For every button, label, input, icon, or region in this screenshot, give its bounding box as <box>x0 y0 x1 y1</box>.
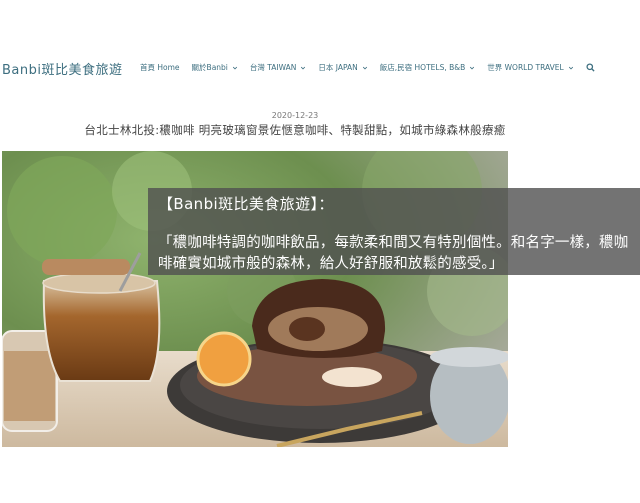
nav-item-hotels[interactable]: 飯店,民宿 HOTELS, B&B <box>380 62 475 73</box>
caption-body: 「穠咖啡特調的咖啡飲品，每款柔和間又有特別個性。和名字一樣，穠咖啡確實如城市般的… <box>158 235 629 272</box>
chevron-down-icon <box>232 66 237 69</box>
nav-label: 日本 JAPAN <box>318 63 358 72</box>
nav-label: 飯店,民宿 HOTELS, B&B <box>379 63 466 72</box>
chevron-down-icon <box>470 66 475 69</box>
nav-label: 關於Banbi <box>191 63 228 72</box>
main-nav: 首頁 Home 關於Banbi 台灣 TAIWAN 日本 JAPAN 飯店,民宿… <box>140 62 595 73</box>
chevron-down-icon <box>362 66 367 69</box>
nav-label: 首頁 Home <box>140 63 180 72</box>
chevron-down-icon <box>301 66 306 69</box>
nav-label: 世界 WORLD TRAVEL <box>487 63 564 72</box>
site-title[interactable]: Banbi斑比美食旅遊 <box>2 59 123 78</box>
search-icon[interactable] <box>586 63 595 72</box>
chevron-down-icon <box>568 66 573 69</box>
nav-item-home[interactable]: 首頁 Home <box>140 62 180 73</box>
nav-item-japan[interactable]: 日本 JAPAN <box>318 62 367 73</box>
nav-item-world[interactable]: 世界 WORLD TRAVEL <box>487 62 573 73</box>
caption-heading: 【Banbi斑比美食旅遊】： <box>158 195 334 213</box>
nav-item-taiwan[interactable]: 台灣 TAIWAN <box>250 62 306 73</box>
nav-item-about[interactable]: 關於Banbi <box>192 62 238 73</box>
post-date: 2020-12-23 <box>271 111 319 120</box>
image-caption-overlay: 【Banbi斑比美食旅遊】： 「穠咖啡特調的咖啡飲品，每款柔和間又有特別個性。和… <box>148 188 640 275</box>
post-title[interactable]: 台北士林北投:穠咖啡 明亮玻璃窗景佐愜意咖啡、特製甜點，如城市綠森林般療癒 <box>0 122 590 138</box>
nav-label: 台灣 TAIWAN <box>249 63 297 72</box>
